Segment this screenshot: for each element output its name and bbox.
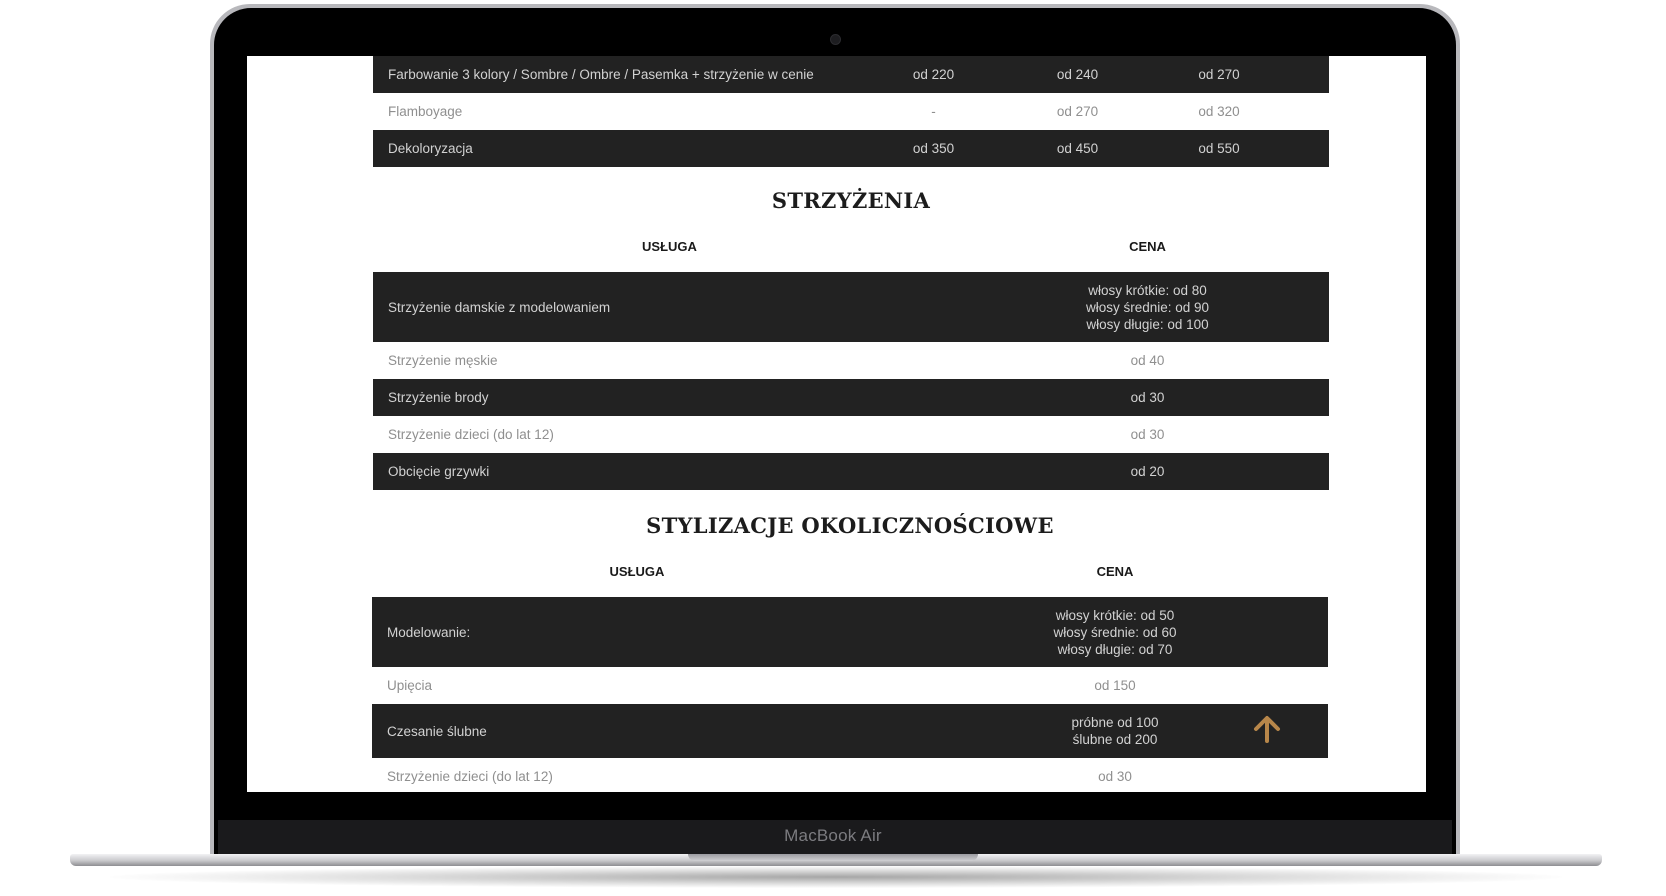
- occasion-styling-section: STYLIZACJE OKOLICZNOŚCIOWE USŁUGA CENA M…: [372, 507, 1328, 792]
- table-row: Upięcia od 150: [372, 667, 1328, 704]
- price-long: od 270: [1198, 67, 1240, 82]
- price-line: włosy średnie: od 90: [1085, 299, 1210, 315]
- price-cell: od 150: [1094, 678, 1136, 693]
- camera-icon: [830, 34, 841, 45]
- header-price: CENA: [1096, 563, 1134, 579]
- table-row: Strzyżenie męskie od 40: [373, 342, 1329, 379]
- section-title: STYLIZACJE OKOLICZNOŚCIOWE: [646, 513, 1054, 538]
- price-line: włosy średnie: od 60: [1053, 624, 1177, 640]
- price-medium: od 240: [1056, 67, 1099, 82]
- table-row: Strzyżenie dzieci (do lat 12) od 30: [372, 758, 1328, 792]
- table-row: Farbowanie 3 kolory / Sombre / Ombre / P…: [373, 56, 1329, 93]
- price-medium: od 450: [1056, 141, 1099, 156]
- table-row: Strzyżenie dzieci (do lat 12) od 30: [373, 416, 1329, 453]
- table-header: USŁUGA CENA: [373, 220, 1329, 272]
- service-name: Farbowanie 3 kolory / Sombre / Ombre / P…: [388, 67, 814, 82]
- service-name: Strzyżenie damskie z modelowaniem: [388, 299, 611, 315]
- table-row: Strzyżenie brody od 30: [373, 379, 1329, 416]
- laptop-notch: [688, 854, 978, 861]
- coloring-price-table: Farbowanie 3 kolory / Sombre / Ombre / P…: [373, 56, 1329, 167]
- price-cell: od 30: [1098, 769, 1132, 784]
- price-line: włosy długie: od 70: [1057, 641, 1173, 657]
- haircuts-section: STRZYŻENIA USŁUGA CENA Strzyżenie damski…: [373, 182, 1329, 490]
- price-short: od 350: [912, 141, 955, 156]
- price-cell: włosy krótkie: od 50 włosy średnie: od 6…: [902, 607, 1328, 658]
- table-header: USŁUGA CENA: [372, 545, 1328, 597]
- laptop-shadow: [110, 866, 1562, 888]
- table-row: Modelowanie: włosy krótkie: od 50 włosy …: [372, 597, 1328, 667]
- price-short: od 220: [912, 67, 955, 82]
- service-name: Strzyżenie dzieci (do lat 12): [388, 427, 554, 442]
- device-brand-label: MacBook Air: [784, 826, 882, 845]
- price-long: od 320: [1198, 104, 1240, 119]
- header-service: USŁUGA: [642, 238, 697, 254]
- price-cell: od 40: [1130, 353, 1165, 368]
- service-name: Upięcia: [387, 678, 433, 693]
- arrow-up-icon[interactable]: [1252, 714, 1282, 744]
- price-long: od 550: [1198, 141, 1240, 156]
- price-cell: od 30: [1130, 390, 1165, 405]
- service-name: Obcięcie grzywki: [388, 464, 490, 479]
- price-line: włosy krótkie: od 50: [1055, 607, 1175, 623]
- browser-viewport[interactable]: Farbowanie 3 kolory / Sombre / Ombre / P…: [247, 56, 1426, 792]
- price-line: włosy długie: od 100: [1086, 316, 1209, 332]
- service-name: Dekoloryzacja: [388, 141, 473, 156]
- service-name: Strzyżenie brody: [388, 390, 489, 405]
- price-line: włosy krótkie: od 80: [1088, 282, 1207, 298]
- service-name: Modelowanie:: [387, 624, 471, 640]
- section-title: STRZYŻENIA: [771, 188, 931, 213]
- table-row: Flamboyage - od 270 od 320: [373, 93, 1329, 130]
- header-price: CENA: [1129, 238, 1166, 254]
- price-cell: włosy krótkie: od 80 włosy średnie: od 9…: [966, 282, 1329, 333]
- service-name: Strzyżenie dzieci (do lat 12): [387, 769, 553, 784]
- price-medium: od 270: [1056, 104, 1099, 119]
- table-row: Czesanie ślubne próbne od 100 ślubne od …: [372, 704, 1328, 758]
- service-name: Czesanie ślubne: [387, 723, 487, 739]
- table-row: Dekoloryzacja od 350 od 450 od 550: [373, 130, 1329, 167]
- service-name: Flamboyage: [388, 104, 463, 119]
- price-short: -: [931, 104, 936, 119]
- price-cell: od 30: [1130, 427, 1165, 442]
- table-row: Obcięcie grzywki od 20: [373, 453, 1329, 490]
- table-row: Strzyżenie damskie z modelowaniem włosy …: [373, 272, 1329, 342]
- price-cell: od 20: [1130, 464, 1165, 479]
- service-name: Strzyżenie męskie: [388, 353, 498, 368]
- header-service: USŁUGA: [609, 563, 665, 579]
